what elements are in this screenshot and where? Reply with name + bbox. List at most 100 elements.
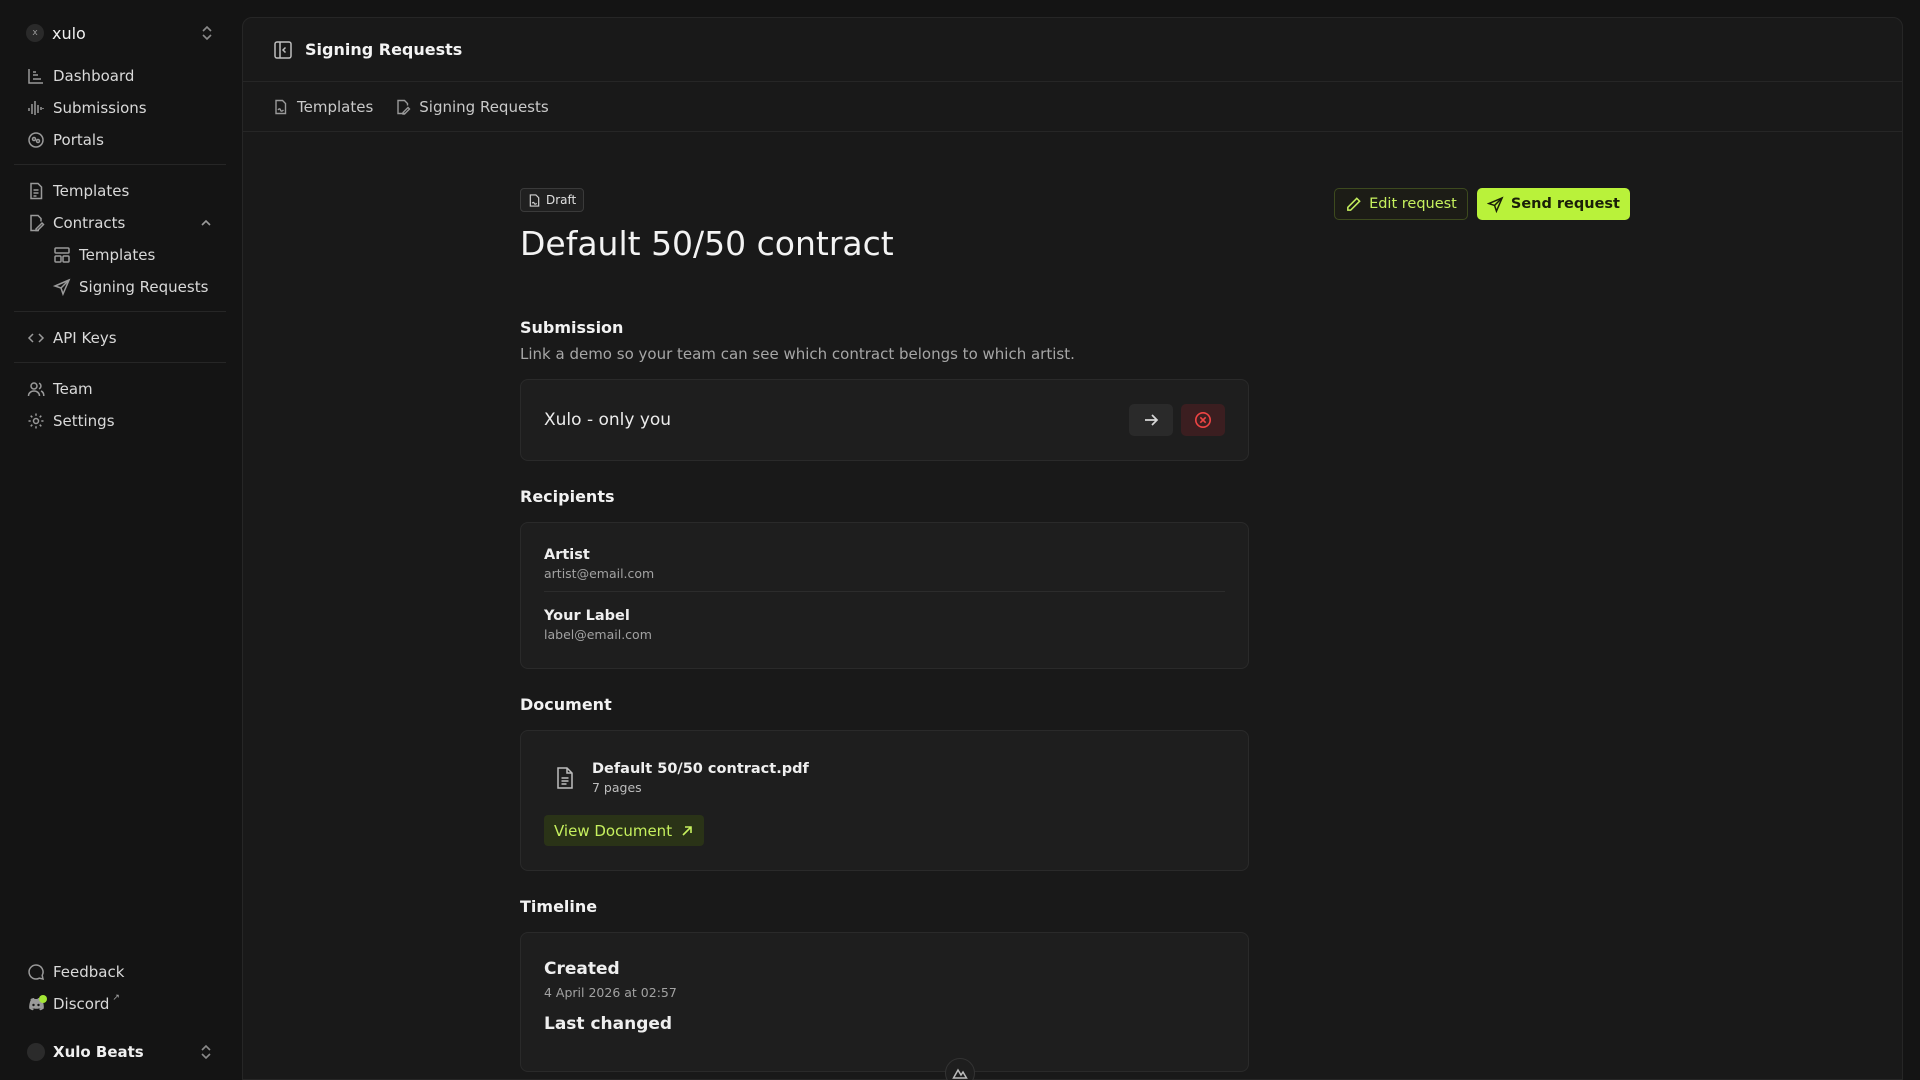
sidebar-item-api-keys[interactable]: API Keys [14,322,226,354]
topbar: Signing Requests [243,18,1902,82]
recipients-card: Artist artist@email.com Your Label label… [520,522,1249,669]
avatar [27,1043,45,1061]
online-status-dot [39,995,47,1003]
page-title: Default 50/50 contract [520,224,894,263]
sidebar-item-label: Contracts [53,214,126,232]
sidebar-footer: Feedback Discord ↗ Xulo Beats [14,956,226,1070]
sidebar-item-portals[interactable]: Portals [14,124,226,156]
sidebar-item-templates[interactable]: Templates [14,175,226,207]
timeline-heading: Timeline [520,897,598,916]
document-filename: Default 50/50 contract.pdf [592,761,809,777]
sidebar-item-feedback[interactable]: Feedback [14,956,226,988]
discord-icon [27,995,47,1013]
send-icon [53,278,71,296]
document-icon [30,182,43,200]
main-panel: Signing Requests Templates Signing Reque… [242,17,1903,1080]
sidebar-item-label: Templates [53,182,130,200]
request-header: Draft Default 50/50 contract Edit reques… [520,188,1630,292]
status-label: Draft [546,193,577,207]
breadcrumb-templates[interactable]: Templates [273,98,373,116]
recipient-row: Your Label label@email.com [544,591,1225,652]
sidebar-item-label: API Keys [53,329,117,347]
view-document-button[interactable]: View Document [544,815,705,846]
file-signature-icon [30,214,45,232]
nav-group-dev: API Keys [14,322,226,363]
layout-icon [54,247,70,263]
nav-group-contracts: Templates Contracts Templates Signing Re… [14,175,226,312]
sidebar-item-label: Feedback [53,963,125,981]
breadcrumb-label: Templates [297,97,374,116]
recipients-heading: Recipients [520,487,615,506]
document-info: Default 50/50 contract.pdf 7 pages [544,761,1225,795]
sidebar: x xulo Dashboard Submissions Portals Tem… [0,0,240,1080]
profile-name: Xulo Beats [53,1043,144,1061]
workspace-avatar: x [26,24,44,42]
timeline-changed-label: Last changed [544,1014,673,1034]
send-request-label: Send request [1510,196,1620,212]
mountain-icon [952,1068,968,1079]
page-header-title: Signing Requests [305,40,463,59]
submission-heading: Submission [520,318,624,337]
chevron-updown-icon [201,1044,211,1060]
recipient-name: Artist [544,547,590,563]
portal-icon [28,132,44,148]
gear-icon [28,413,44,429]
sidebar-item-contracts[interactable]: Contracts [14,207,226,239]
edit-request-button[interactable]: Edit request [1334,188,1468,220]
sidebar-item-settings[interactable]: Settings [14,405,226,437]
file-signature-icon [529,193,540,207]
sidebar-item-dashboard[interactable]: Dashboard [14,60,226,92]
document-pages: 7 pages [592,780,642,795]
linked-submission-name: Xulo - only you [544,410,672,430]
nav-group-main: Dashboard Submissions Portals [14,60,226,165]
users-icon [27,382,45,397]
unlink-submission-button[interactable] [1181,404,1225,436]
arrow-up-right-icon [682,825,692,836]
sidebar-item-contract-templates[interactable]: Templates [14,239,226,271]
x-circle-icon [1195,412,1211,428]
chevron-up-icon [201,219,211,226]
file-pen-icon [397,99,411,115]
submission-description: Link a demo so your team can see which c… [520,345,1075,363]
file-text-icon [557,767,573,789]
timeline-card: Created 4 April 2026 at 02:57 Last chang… [520,932,1249,1072]
breadcrumb: Templates Signing Requests [243,82,1902,132]
request-detail: Draft Default 50/50 contract Edit reques… [520,188,1630,1072]
send-request-button[interactable]: Send request [1476,188,1630,220]
nav-group-org: Team Settings [14,373,226,445]
sidebar-item-submissions[interactable]: Submissions [14,92,226,124]
submission-card: Xulo - only you [520,379,1249,461]
sidebar-item-discord[interactable]: Discord ↗ [14,988,226,1020]
sidebar-item-label: Team [53,380,93,398]
message-circle-icon [28,964,44,980]
open-submission-button[interactable] [1129,404,1173,436]
waveform-icon [28,101,44,115]
sidebar-item-team[interactable]: Team [14,373,226,405]
status-badge: Draft [520,188,585,212]
timeline-created-label: Created [544,959,620,979]
sidebar-item-label: Settings [53,412,115,430]
document-card: Default 50/50 contract.pdf 7 pages View … [520,730,1249,871]
code-icon [27,333,45,343]
chevron-updown-icon [202,25,212,41]
send-icon [1486,195,1504,213]
sidebar-item-label: Discord [53,995,110,1013]
breadcrumb-label: Signing Requests [419,97,549,116]
recipient-row: Artist artist@email.com [544,539,1225,591]
floating-help-button[interactable] [945,1058,975,1080]
recipient-name: Your Label [544,608,630,624]
profile-switcher[interactable]: Xulo Beats [14,1034,226,1070]
sidebar-toggle-icon[interactable] [273,40,293,60]
workspace-switcher[interactable]: x xulo [14,16,226,50]
timeline-created-date: 4 April 2026 at 02:57 [544,985,677,1000]
document-heading: Document [520,695,612,714]
request-actions: Edit request Send request [1334,188,1630,220]
recipient-email: artist@email.com [544,566,655,581]
sidebar-item-signing-requests[interactable]: Signing Requests [14,271,226,303]
recipient-email: label@email.com [544,627,652,642]
breadcrumb-signing-requests[interactable]: Signing Requests [395,97,549,116]
sidebar-item-label: Submissions [53,99,147,117]
file-signature-icon [275,99,287,114]
workspace-name: xulo [52,23,86,43]
external-link-icon: ↗ [112,993,120,1003]
